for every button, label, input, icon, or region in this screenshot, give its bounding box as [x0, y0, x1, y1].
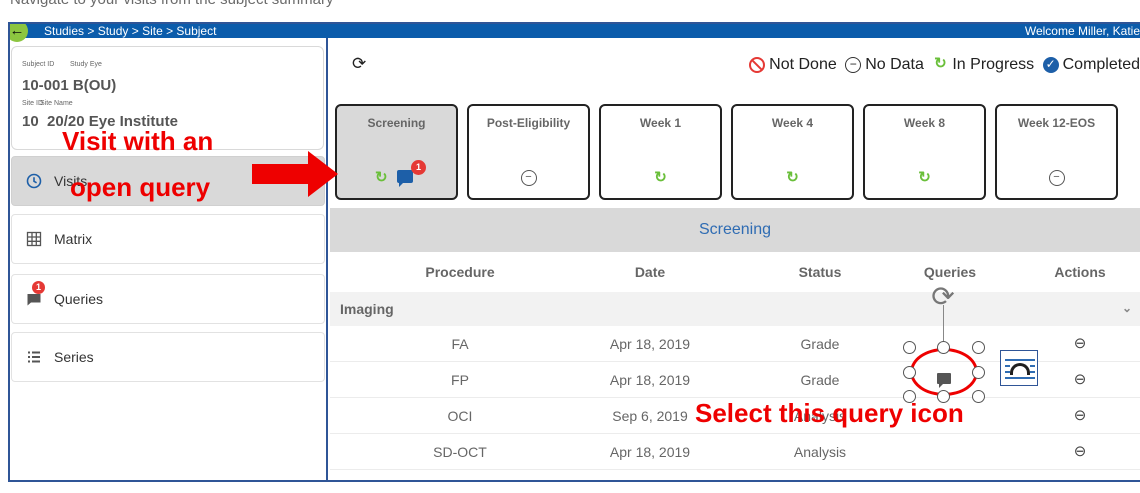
in-progress-icon: ↻	[375, 169, 388, 186]
refresh-button[interactable]: ⟳	[352, 54, 366, 74]
in-progress-icon: ↻	[786, 169, 799, 186]
date-cell: Sep 6, 2019	[612, 408, 688, 424]
resize-handle[interactable]	[937, 390, 950, 403]
top-caption-text: Navigate to your visits from the subject…	[10, 0, 333, 8]
visit-tile-label: Week 12-EOS	[1017, 116, 1096, 130]
queries-count-badge: 1	[32, 281, 45, 294]
visit-tile-week-4[interactable]: Week 4 ↻	[731, 104, 854, 200]
visit-tile-screening[interactable]: Screening ↻ 1	[335, 104, 458, 200]
grid-icon	[26, 231, 42, 247]
link-icon[interactable]: ⊖	[1020, 398, 1140, 434]
section-title: Screening	[330, 208, 1140, 252]
date-cell: Apr 18, 2019	[609, 372, 691, 388]
column-header-actions: Actions	[1054, 264, 1106, 280]
study-eye-label: Study Eye	[70, 61, 102, 68]
date-cell: Apr 18, 2019	[609, 444, 691, 460]
no-data-icon: −	[845, 57, 862, 73]
resize-handle[interactable]	[972, 366, 985, 379]
visit-tile-label: Post-Eligibility	[486, 116, 571, 130]
resize-handle[interactable]	[903, 366, 916, 379]
sidebar-item-label: Series	[54, 349, 94, 365]
visit-tile-week-8[interactable]: Week 8 ↻	[863, 104, 986, 200]
sidebar-item-series[interactable]: Series	[11, 332, 325, 382]
status-legend: Not Done − No Data ↻ In Progress ✓ Complete…	[745, 56, 1140, 74]
visit-tile-post-eligibility[interactable]: Post-Eligibility −	[467, 104, 590, 200]
visit-tile-week-12-eos[interactable]: Week 12-EOS −	[995, 104, 1118, 200]
sidebar-item-label: Matrix	[54, 231, 93, 247]
refresh-icon: ⟳	[352, 54, 367, 73]
in-progress-icon: ↻	[918, 169, 931, 186]
sidebar-item-label: Queries	[54, 291, 104, 307]
status-cell: Analysis	[793, 444, 847, 460]
visit-tile-label: Week 8	[903, 116, 946, 130]
legend-in-progress: In Progress	[952, 56, 1035, 73]
no-data-icon: −	[1048, 170, 1065, 186]
in-progress-icon: ↻	[654, 169, 667, 186]
sidebar-item-matrix[interactable]: Matrix	[11, 214, 325, 264]
sidebar: Subject ID Study Eye 10-001 B(OU) Site I…	[10, 38, 328, 480]
annotation-ellipse[interactable]	[910, 348, 978, 396]
visit-query-badge: 1	[411, 160, 426, 175]
visit-status-icons: ↻ 1	[375, 160, 435, 188]
annotation-query-note: Select this query icon	[695, 398, 964, 428]
visit-tile-label: Week 4	[771, 116, 814, 130]
layout-options-icon[interactable]	[1000, 350, 1038, 386]
annotation-arrow-head	[308, 151, 338, 197]
procedure-cell: FA	[451, 336, 469, 352]
group-label: Imaging	[340, 301, 394, 317]
rotate-handle-icon[interactable]: ⟳	[927, 282, 959, 314]
no-data-icon: −	[520, 170, 537, 186]
table-row[interactable]: SD-OCT Apr 18, 2019 Analysis ⊖	[330, 434, 1140, 470]
visit-tile-label: Week 1	[639, 116, 682, 130]
subject-line: 10-001 B(OU)	[22, 77, 116, 94]
legend-no-data: No Data	[865, 56, 924, 73]
resize-handle[interactable]	[937, 341, 950, 354]
resize-handle[interactable]	[903, 390, 916, 403]
procedure-cell: FP	[451, 372, 469, 388]
arrow-left-icon: ←	[9, 22, 25, 39]
column-header-date: Date	[634, 264, 666, 280]
link-icon[interactable]: ⊖	[1020, 362, 1140, 398]
resize-handle[interactable]	[903, 341, 916, 354]
header-bar: ← Studies > Study > Site > Subject Welco…	[9, 22, 1140, 42]
table-header: Procedure Date Status Queries Actions	[330, 252, 1140, 292]
not-done-icon	[749, 57, 766, 73]
app-frame: ← Studies > Study > Site > Subject Welco…	[8, 22, 1140, 482]
clock-icon	[26, 173, 42, 189]
procedure-cell: OCI	[447, 408, 473, 424]
breadcrumb[interactable]: Studies > Study > Site > Subject	[44, 24, 216, 38]
legend-completed: Completed	[1062, 56, 1140, 73]
study-eye: B(OU)	[72, 77, 117, 94]
status-cell: Grade	[800, 336, 840, 352]
screenshot: Navigate to your visits from the subject…	[0, 0, 1140, 493]
resize-handle[interactable]	[972, 390, 985, 403]
annotation-arrow	[252, 164, 310, 184]
welcome-text: Welcome Miller, Katie	[1024, 24, 1140, 38]
column-header-status: Status	[798, 264, 842, 280]
link-icon[interactable]: ⊖	[1020, 326, 1140, 362]
column-header-procedure: Procedure	[425, 264, 495, 280]
legend-not-done: Not Done	[769, 56, 837, 73]
visit-tile-label: Screening	[367, 116, 426, 130]
list-icon	[26, 349, 42, 365]
visit-tile-week-1[interactable]: Week 1 ↻	[599, 104, 722, 200]
subject-id: 10-001	[22, 77, 69, 94]
subject-id-label: Subject ID	[22, 61, 55, 68]
annotation-visit-line1: Visit with an	[62, 126, 214, 156]
chevron-down-icon[interactable]: ⌄	[1122, 292, 1132, 324]
site-id: 10	[22, 113, 39, 130]
completed-icon: ✓	[1042, 57, 1059, 73]
resize-handle[interactable]	[972, 341, 985, 354]
sidebar-item-queries[interactable]: 1 Queries	[11, 274, 325, 324]
procedure-cell: SD-OCT	[433, 444, 487, 460]
link-icon[interactable]: ⊖	[1020, 434, 1140, 470]
query-icon[interactable]	[397, 170, 413, 187]
in-progress-icon: ↻	[934, 55, 947, 72]
site-name-label: Site Name	[40, 100, 73, 107]
date-cell: Apr 18, 2019	[609, 336, 691, 352]
group-row-imaging[interactable]: Imaging ⌄	[330, 292, 1140, 326]
top-caption-strip: Navigate to your visits from the subject…	[0, 0, 1140, 22]
status-cell: Grade	[800, 372, 840, 388]
annotation-visit-line2: open query	[70, 172, 211, 202]
